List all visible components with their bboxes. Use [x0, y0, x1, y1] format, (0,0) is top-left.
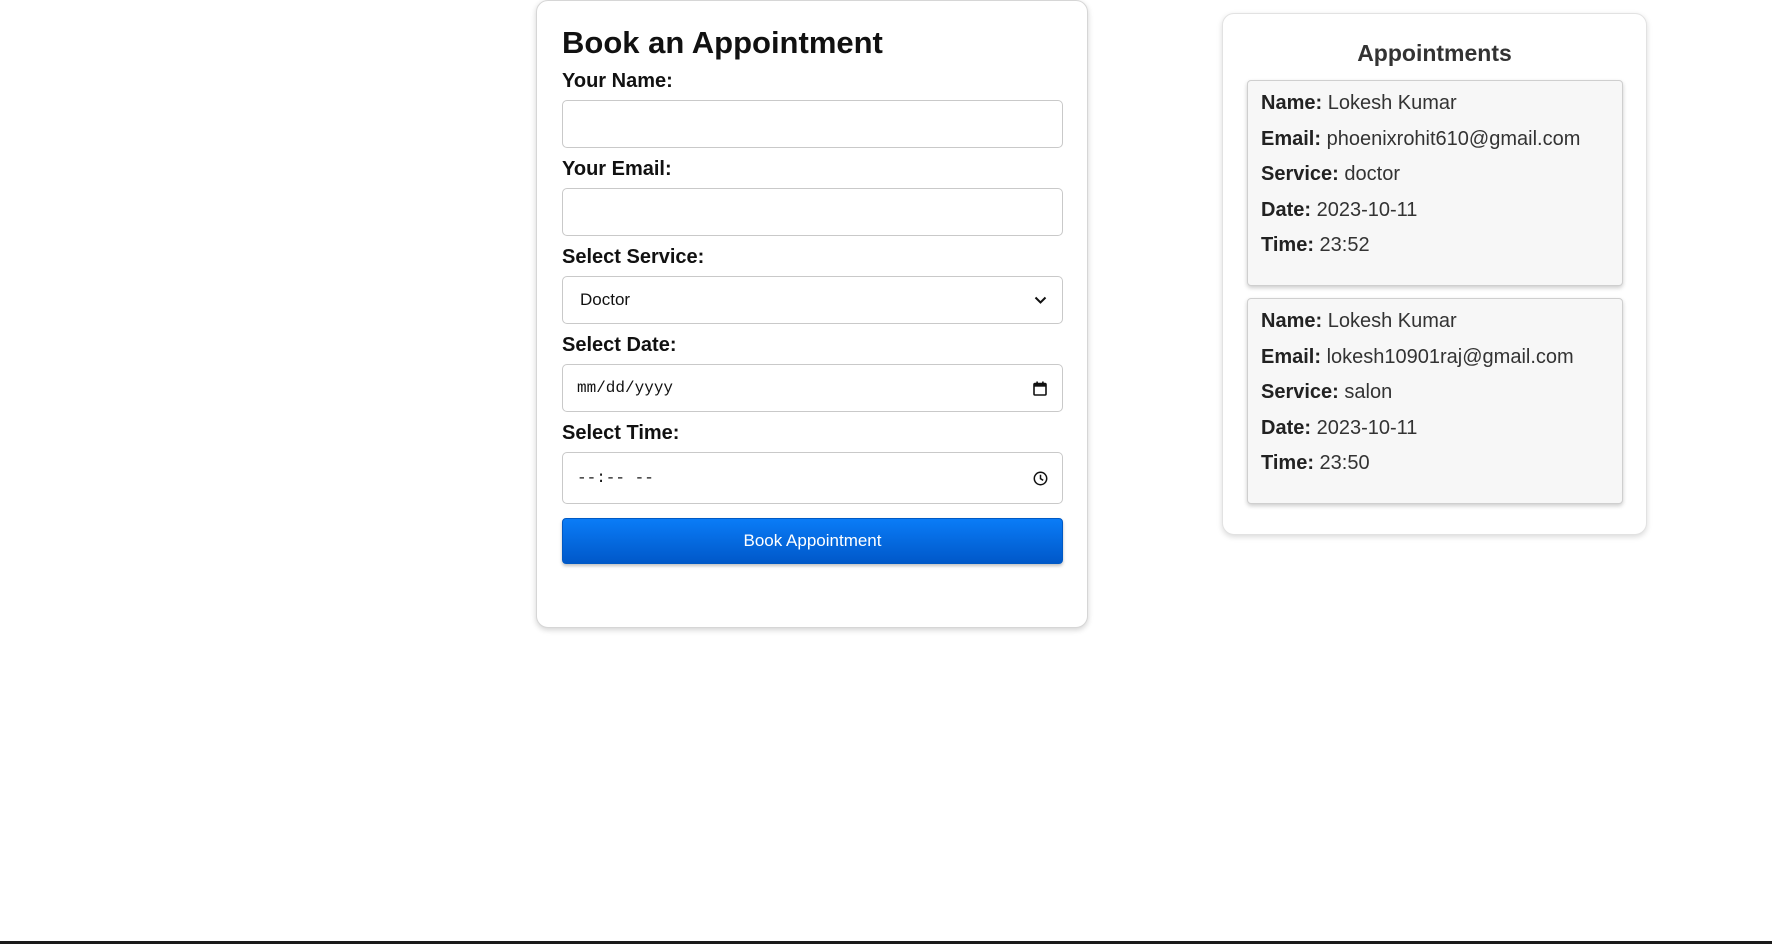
- appointment-card: Name: Lokesh Kumar Email: lokesh10901raj…: [1247, 298, 1623, 504]
- appointments-panel: Appointments Name: Lokesh Kumar Email: p…: [1222, 13, 1647, 535]
- appointment-email: Email: phoenixrohit610@gmail.com: [1261, 127, 1609, 151]
- appointments-title: Appointments: [1357, 40, 1512, 66]
- date-input[interactable]: mm/dd/yyyy: [562, 364, 1063, 412]
- appointment-time: Time: 23:52: [1261, 233, 1609, 257]
- appointment-name: Name: Lokesh Kumar: [1261, 309, 1609, 333]
- service-value: salon: [1344, 381, 1393, 403]
- email-value: phoenixrohit610@gmail.com: [1326, 127, 1581, 150]
- time-key: Time:: [1261, 452, 1314, 474]
- date-key: Date:: [1261, 416, 1312, 439]
- time-input-placeholder: --:-- --: [577, 469, 654, 487]
- book-appointment-button[interactable]: Book Appointment: [562, 518, 1063, 564]
- date-value: 2023-10-11: [1316, 198, 1418, 221]
- service-value: doctor: [1344, 163, 1400, 185]
- appointment-service: Service: salon: [1261, 380, 1609, 404]
- name-label: Your Name:: [562, 70, 673, 92]
- name-input[interactable]: [562, 100, 1063, 148]
- time-input[interactable]: --:-- --: [562, 452, 1063, 504]
- service-select[interactable]: Doctor: [562, 276, 1063, 324]
- booking-form: Book an Appointment Your Name: Your Emai…: [536, 0, 1088, 628]
- time-key: Time:: [1261, 234, 1314, 256]
- date-label: Select Date:: [562, 334, 677, 356]
- name-key: Name:: [1261, 92, 1323, 114]
- appointment-name: Name: Lokesh Kumar: [1261, 91, 1609, 115]
- appointment-date: Date: 2023-10-11: [1261, 416, 1609, 440]
- appointment-email: Email: lokesh10901raj@gmail.com: [1261, 345, 1609, 369]
- time-value: 23:52: [1319, 234, 1370, 256]
- calendar-icon[interactable]: [1031, 379, 1049, 397]
- time-value: 23:50: [1319, 452, 1370, 474]
- clock-icon[interactable]: [1031, 469, 1049, 487]
- date-input-placeholder: mm/dd/yyyy: [577, 379, 674, 397]
- date-key: Date:: [1261, 198, 1312, 221]
- email-value: lokesh10901raj@gmail.com: [1326, 345, 1574, 368]
- name-value: Lokesh Kumar: [1327, 92, 1457, 114]
- service-select-value: Doctor: [580, 290, 631, 309]
- date-value: 2023-10-11: [1316, 416, 1418, 439]
- email-label: Your Email:: [562, 158, 672, 180]
- time-label: Select Time:: [562, 422, 680, 444]
- appointment-time: Time: 23:50: [1261, 451, 1609, 475]
- name-key: Name:: [1261, 310, 1323, 332]
- appointment-card: Name: Lokesh Kumar Email: phoenixrohit61…: [1247, 80, 1623, 286]
- name-value: Lokesh Kumar: [1327, 310, 1457, 332]
- appointment-date: Date: 2023-10-11: [1261, 198, 1609, 222]
- appointment-service: Service: doctor: [1261, 162, 1609, 186]
- email-key: Email:: [1261, 127, 1322, 150]
- email-input[interactable]: [562, 188, 1063, 236]
- email-key: Email:: [1261, 345, 1322, 368]
- service-key: Service:: [1261, 381, 1339, 403]
- page: Book an Appointment Your Name: Your Emai…: [0, 0, 1772, 944]
- service-label: Select Service:: [562, 246, 705, 268]
- form-title: Book an Appointment: [562, 25, 883, 60]
- chevron-down-icon: [1031, 291, 1049, 309]
- service-key: Service:: [1261, 163, 1339, 185]
